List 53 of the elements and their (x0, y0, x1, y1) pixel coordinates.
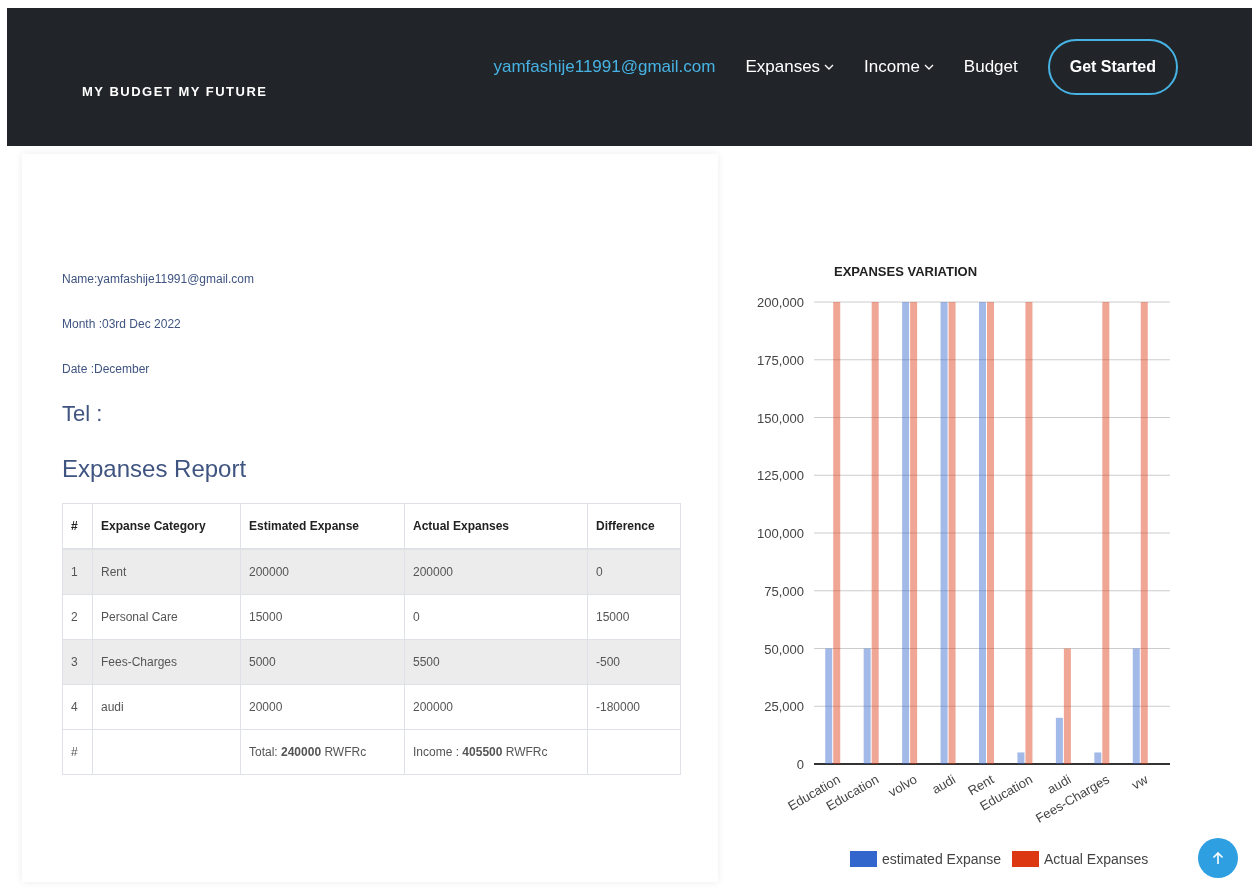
table-cell: 200000 (240, 549, 405, 595)
table-cell: 5500 (404, 639, 588, 685)
chart-title: EXPANSES VARIATION (834, 264, 978, 279)
info-text: Month :03rd Dec 2022 (62, 317, 182, 331)
nav-menu-item[interactable]: Budget (963, 57, 1018, 77)
axis-category-label: vw (1129, 771, 1151, 793)
table-cell: 5000 (240, 639, 405, 685)
table-cell: Rent (92, 549, 241, 595)
table-cell: 15000 (587, 594, 681, 640)
table-cell: 3 (62, 639, 93, 685)
table-cell: 200000 (404, 549, 588, 595)
axis-tick-label: 175,000 (757, 352, 804, 368)
axis-tick-label: 50,000 (764, 641, 804, 657)
axis-tick-label: 25,000 (764, 699, 804, 715)
axis-tick-label: 200,000 (757, 295, 804, 310)
table-cell: 200000 (404, 684, 588, 730)
axis-tick-label: 150,000 (757, 410, 804, 426)
table-cell: 0 (404, 594, 588, 640)
user-email-link[interactable]: yamfashije11991@gmail.com (493, 57, 716, 77)
brand-logo[interactable]: MY BUDGET MY FUTURE (82, 83, 268, 99)
get-started-button[interactable]: Get Started (1047, 39, 1178, 95)
tel-label: Tel : (62, 401, 104, 427)
table-cell: 1 (62, 549, 93, 595)
table-cell: 20000 (240, 684, 405, 730)
table-cell: Total: 240000 RWFRc (240, 729, 405, 775)
legend-label: estimated Expanse (882, 851, 1002, 867)
table-cell: 15000 (240, 594, 405, 640)
axis-tick-label: 0 (796, 757, 804, 772)
axis-tick-label: 75,000 (764, 583, 804, 599)
axis-tick-label: 100,000 (757, 526, 804, 541)
chevron-down-icon (923, 64, 934, 70)
arrow-up-icon (1212, 851, 1224, 865)
table-cell: Fees-Charges (92, 639, 241, 685)
chevron-down-icon (824, 64, 835, 70)
axis-category-label: volvo (885, 771, 920, 800)
table-cell: audi (92, 684, 241, 730)
info-text: Date :December (62, 362, 151, 376)
table-cell: Personal Care (92, 594, 241, 640)
table-cell: 0 (587, 549, 681, 595)
nav-menu-item[interactable]: Income (864, 57, 934, 77)
report-heading: Expanses Report (62, 455, 248, 483)
table-cell: 2 (62, 594, 93, 640)
axis-tick-label: 125,000 (757, 468, 804, 484)
info-text: Name:yamfashije11991@gmail.com (62, 272, 256, 286)
table-cell: -500 (587, 639, 681, 685)
table-cell: 4 (62, 684, 93, 730)
legend-label: Actual Expanses (1044, 851, 1149, 867)
nav-menu-item[interactable]: Expanses (745, 57, 835, 77)
scroll-to-top-button[interactable] (1198, 838, 1238, 878)
table-cell: # (62, 729, 93, 775)
table-cell: Income : 405500 RWFRc (404, 729, 588, 775)
axis-category-label: audi (929, 771, 959, 797)
table-cell: -180000 (587, 684, 681, 730)
